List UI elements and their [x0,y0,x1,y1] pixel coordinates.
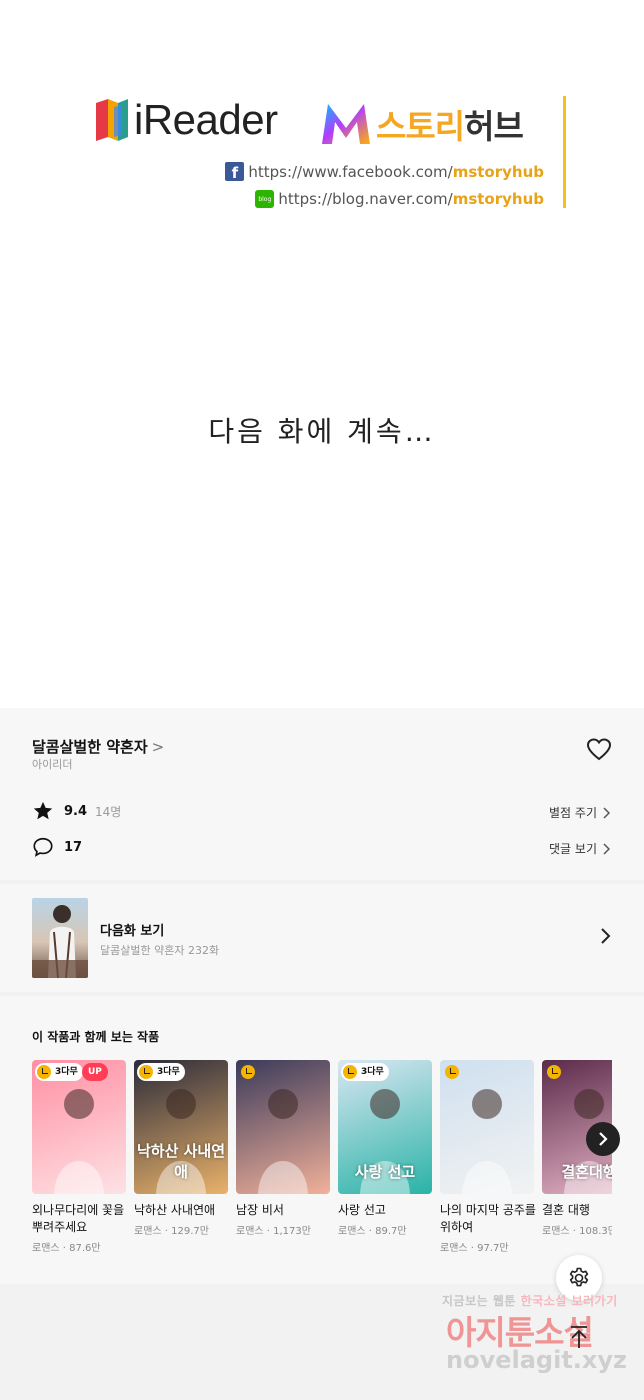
recommendations-title: 이 작품과 함께 보는 작품 [32,1030,160,1044]
recommendation-title: 남장 비서 [236,1203,284,1217]
rate-button[interactable]: 별점 주기 [549,804,610,821]
recommendation-cover: 3다무 UP [32,1060,126,1194]
naver-blog-link[interactable]: blog https://blog.naver.com/mstoryhub [255,190,544,208]
recommendation-cover: 3다무 사랑 선고 [338,1060,432,1194]
recommendation-title: 낙하산 사내연애 [134,1203,216,1217]
scroll-to-top-button[interactable] [556,1314,602,1360]
recommendation-meta: 로맨스 · 89.7만 [338,1226,407,1237]
clock-icon [445,1065,459,1079]
recommendation-cover [236,1060,330,1194]
next-episode-panel[interactable]: 다음화 보기 달콤살벌한 약혼자 232화 [0,884,644,992]
update-badge: UP [82,1063,108,1081]
recommendation-title: 나의 마지막 공주를 위하여 [440,1203,536,1234]
favorite-heart-icon[interactable] [585,736,613,764]
recommendation-meta: 로맨스 · 1,173만 [236,1226,311,1237]
episode-end-banner: iReader 스토리허브 f https://www.facebook.com… [0,0,644,708]
cover-title-art: 결혼대행 [561,1163,612,1181]
work-title: 달콤살벌한 약혼자 [32,738,148,756]
star-icon [33,801,53,820]
recommendation-meta: 로맨스 · 87.6만 [32,1243,101,1254]
comment-count: 17 [64,839,83,855]
recommendation-cover: 3다무 낙하산 사내연애 [134,1060,228,1194]
recommendations-carousel: 3다무 UP 외나무다리에 꽃을 뿌려주세요로맨스 · 87.6만 3다무 낙하산 사내… [32,1060,612,1270]
next-episode-thumbnail [32,898,88,978]
cover-title-art: 사랑 선고 [354,1163,416,1181]
comment-row: 17 [32,836,82,858]
next-episode-label: 다음화 보기 [100,924,165,939]
carousel-next-button[interactable] [586,1122,620,1156]
chevron-right-icon [601,928,611,944]
chevron-right-icon [603,806,610,819]
recommendation-card[interactable]: 3다무 사랑 선고 사랑 선고 로맨스 · 89.7만 [338,1060,432,1237]
speech-bubble-icon [33,837,53,857]
rating-row: 9.4 14명 [32,800,121,822]
recommendation-title: 결혼 대행 [542,1203,590,1217]
recommendation-meta: 로맨스 · 108.3만 [542,1226,612,1237]
ireader-book-icon [96,99,128,141]
clock-icon [547,1065,561,1079]
clock-icon [139,1065,153,1079]
ireader-logo-text: iReader [134,96,278,143]
rating-value: 9.4 [64,803,88,819]
arrow-up-icon [571,1326,587,1348]
divider-bar [563,96,566,208]
recommendation-card[interactable]: 나의 마지막 공주를 위하여로맨스 · 97.7만 [440,1060,536,1254]
clock-icon [37,1065,51,1079]
mstoryhub-m-mark [322,104,370,144]
recommendation-meta: 로맨스 · 97.7만 [440,1243,509,1254]
recommendation-title: 외나무다리에 꽃을 뿌려주세요 [32,1203,125,1234]
recommendation-card[interactable]: 남장 비서로맨스 · 1,173만 [236,1060,330,1237]
work-info-panel: 달콤살벌한 약혼자 > 아이리더 9.4 14명 별점 주기 17 댓글 보기 [0,708,644,880]
gear-icon [569,1267,589,1287]
mstoryhub-wordmark: 스토리허브 [376,107,524,146]
cover-illustration [258,1089,308,1194]
cover-title-art: 낙하산 사내연애 [136,1142,226,1181]
chevron-right-icon [599,1132,608,1146]
chevron-right-icon [603,842,610,855]
to-be-continued-text: 다음 화에 계속… [208,415,436,448]
rating-count: 14명 [95,804,122,819]
recommendation-card[interactable]: 3다무 낙하산 사내연애 낙하산 사내연애 로맨스 · 129.7만 [134,1060,228,1237]
facebook-icon: f [225,162,245,181]
facebook-link[interactable]: f https://www.facebook.com/mstoryhub [225,162,544,181]
recommendations-panel: 이 작품과 함께 보는 작품 3다무 UP 외나무다리에 꽃을 뿌려주세요로맨스 ·… [0,996,644,1284]
clock-icon [343,1065,357,1079]
cover-illustration [462,1089,512,1194]
clock-icon [241,1065,255,1079]
ireader-logo: iReader [94,96,278,144]
work-author: 아이리더 [32,758,73,771]
naver-blog-icon: blog [255,190,275,208]
view-comments-button[interactable]: 댓글 보기 [549,840,610,857]
work-title-link[interactable]: 달콤살벌한 약혼자 > [32,736,164,757]
recommendation-cover [440,1060,534,1194]
mstoryhub-logo: 스토리허브 [320,100,524,148]
next-episode-subtitle: 달콤살벌한 약혼자 232화 [100,944,220,957]
chevron-right-icon: > [151,737,165,756]
recommendation-meta: 로맨스 · 129.7만 [134,1226,209,1237]
recommendation-card[interactable]: 3다무 UP 외나무다리에 꽃을 뿌려주세요로맨스 · 87.6만 [32,1060,126,1254]
recommendation-title: 사랑 선고 [338,1203,386,1217]
